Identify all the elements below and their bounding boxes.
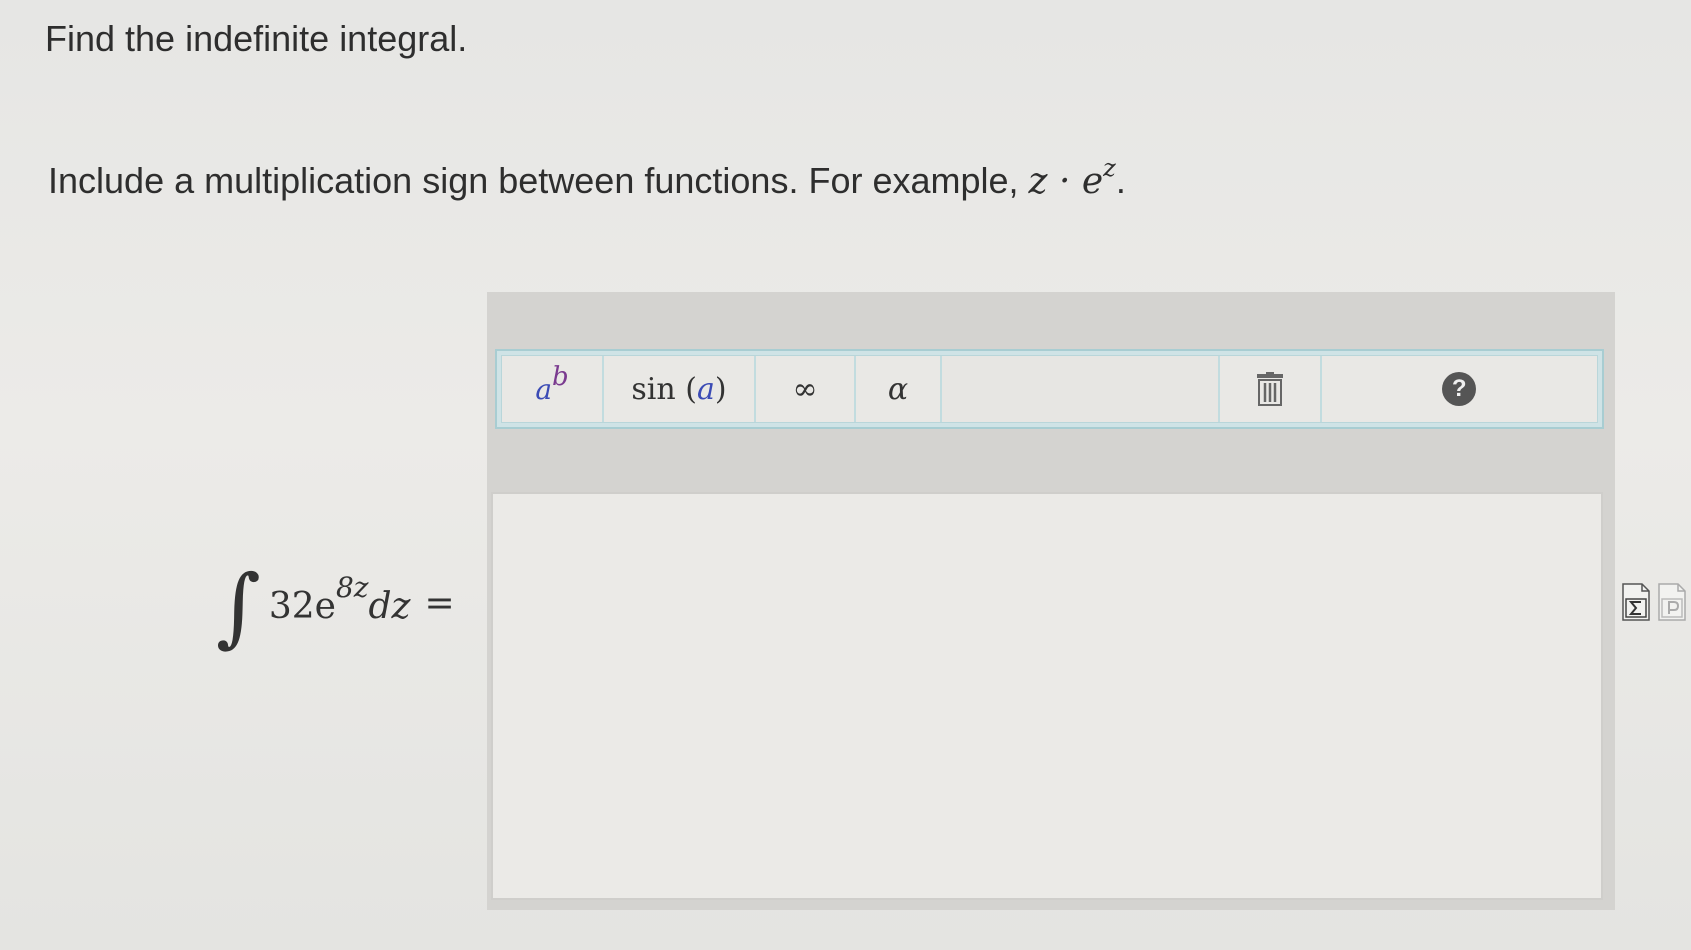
sin-button[interactable]: sin (a) bbox=[604, 356, 756, 422]
math-editor-panel: ab sin (a) ∞ α ? bbox=[487, 292, 1615, 910]
integrand: 32e8zdz bbox=[268, 571, 411, 627]
example-exponent: z bbox=[1103, 154, 1116, 182]
answer-input[interactable] bbox=[491, 492, 1603, 900]
help-icon: ? bbox=[1442, 372, 1477, 406]
integrand-coefficient: 32e bbox=[268, 586, 336, 627]
side-tools bbox=[1622, 583, 1686, 621]
toolbar-spacer bbox=[942, 356, 1220, 422]
sin-label: sin bbox=[631, 371, 676, 407]
differential: dz bbox=[368, 586, 411, 627]
example-period: . bbox=[1115, 160, 1126, 201]
sin-open-paren: ( bbox=[685, 371, 697, 407]
example-base: z · e bbox=[1028, 161, 1104, 202]
integrand-exponent: 8z bbox=[335, 571, 369, 604]
instruction-text: Include a multiplication sign between fu… bbox=[48, 154, 1126, 202]
sin-close-paren: ) bbox=[714, 371, 727, 407]
instruction-sentence: Include a multiplication sign between fu… bbox=[48, 160, 1019, 201]
trash-icon bbox=[1256, 372, 1283, 406]
example-expression: z · ez bbox=[1028, 154, 1116, 202]
question-title: Find the indefinite integral. bbox=[45, 18, 468, 59]
sin-icon: sin (a) bbox=[631, 372, 726, 407]
superscript-base: a bbox=[535, 372, 553, 406]
clear-button[interactable] bbox=[1219, 356, 1322, 422]
superscript-icon: ab bbox=[535, 362, 568, 407]
integral-expression: ∫ 32e8zdz = bbox=[216, 548, 455, 658]
math-toolbar: ab sin (a) ∞ α ? bbox=[495, 349, 1604, 429]
infinity-button[interactable]: ∞ bbox=[756, 356, 856, 422]
equals-sign: = bbox=[424, 582, 455, 624]
infinity-icon: ∞ bbox=[792, 371, 818, 407]
alpha-icon: α bbox=[887, 371, 909, 407]
equation-editor-icon[interactable] bbox=[1622, 583, 1650, 621]
integral-symbol: ∫ bbox=[216, 557, 261, 657]
help-button[interactable]: ? bbox=[1321, 356, 1597, 422]
alpha-button[interactable]: α bbox=[856, 356, 942, 422]
toolbar-buttons: ab sin (a) ∞ α ? bbox=[501, 355, 1598, 423]
preview-icon[interactable] bbox=[1658, 583, 1686, 621]
superscript-exponent: b bbox=[552, 361, 569, 392]
superscript-button[interactable]: ab bbox=[502, 356, 604, 422]
sin-arg: a bbox=[696, 371, 715, 407]
